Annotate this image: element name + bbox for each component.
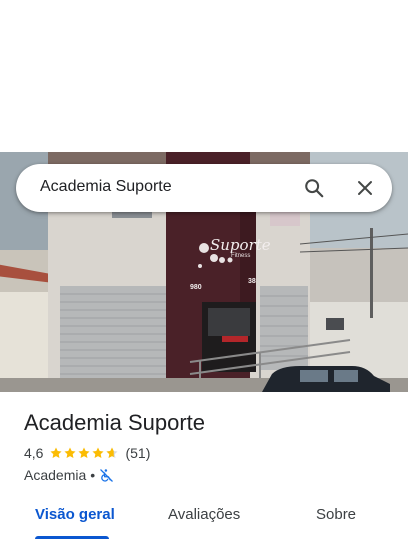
search-bar[interactable]: Academia Suporte [16, 164, 392, 212]
place-title: Academia Suporte [24, 410, 205, 435]
star-icon [50, 447, 63, 459]
category-label: Academia [24, 467, 87, 483]
star-icon [78, 447, 91, 459]
tab-reviews[interactable]: Avaliações [168, 506, 240, 523]
place-info-panel: Academia Suporte 4,6 (51) Academia • Vis… [0, 392, 408, 544]
close-icon[interactable] [351, 174, 379, 202]
place-tabs: Visão geral Avaliações Sobre [0, 496, 408, 539]
sign-text: Suporte [210, 236, 271, 254]
rating-row[interactable]: 4,6 (51) [24, 444, 150, 462]
star-icon [64, 447, 77, 459]
tab-overview[interactable]: Visão geral [35, 506, 115, 523]
rating-value: 4,6 [24, 445, 44, 461]
street-number-right: 38 [248, 278, 256, 285]
search-icon[interactable] [300, 174, 328, 202]
separator-dot: • [90, 467, 96, 483]
star-rating [49, 446, 119, 460]
active-tab-indicator [35, 536, 109, 539]
star-icon [92, 447, 105, 459]
category-row: Academia • [24, 466, 114, 484]
sign-subtext: Fitness [231, 253, 251, 259]
not-accessible-icon [99, 468, 114, 483]
reviews-count[interactable]: (51) [125, 445, 150, 461]
star-half-icon [106, 447, 119, 459]
street-number-left: 980 [190, 284, 202, 291]
blank-area [0, 0, 408, 152]
tab-about[interactable]: Sobre [316, 506, 356, 523]
search-input[interactable]: Academia Suporte [40, 178, 172, 196]
